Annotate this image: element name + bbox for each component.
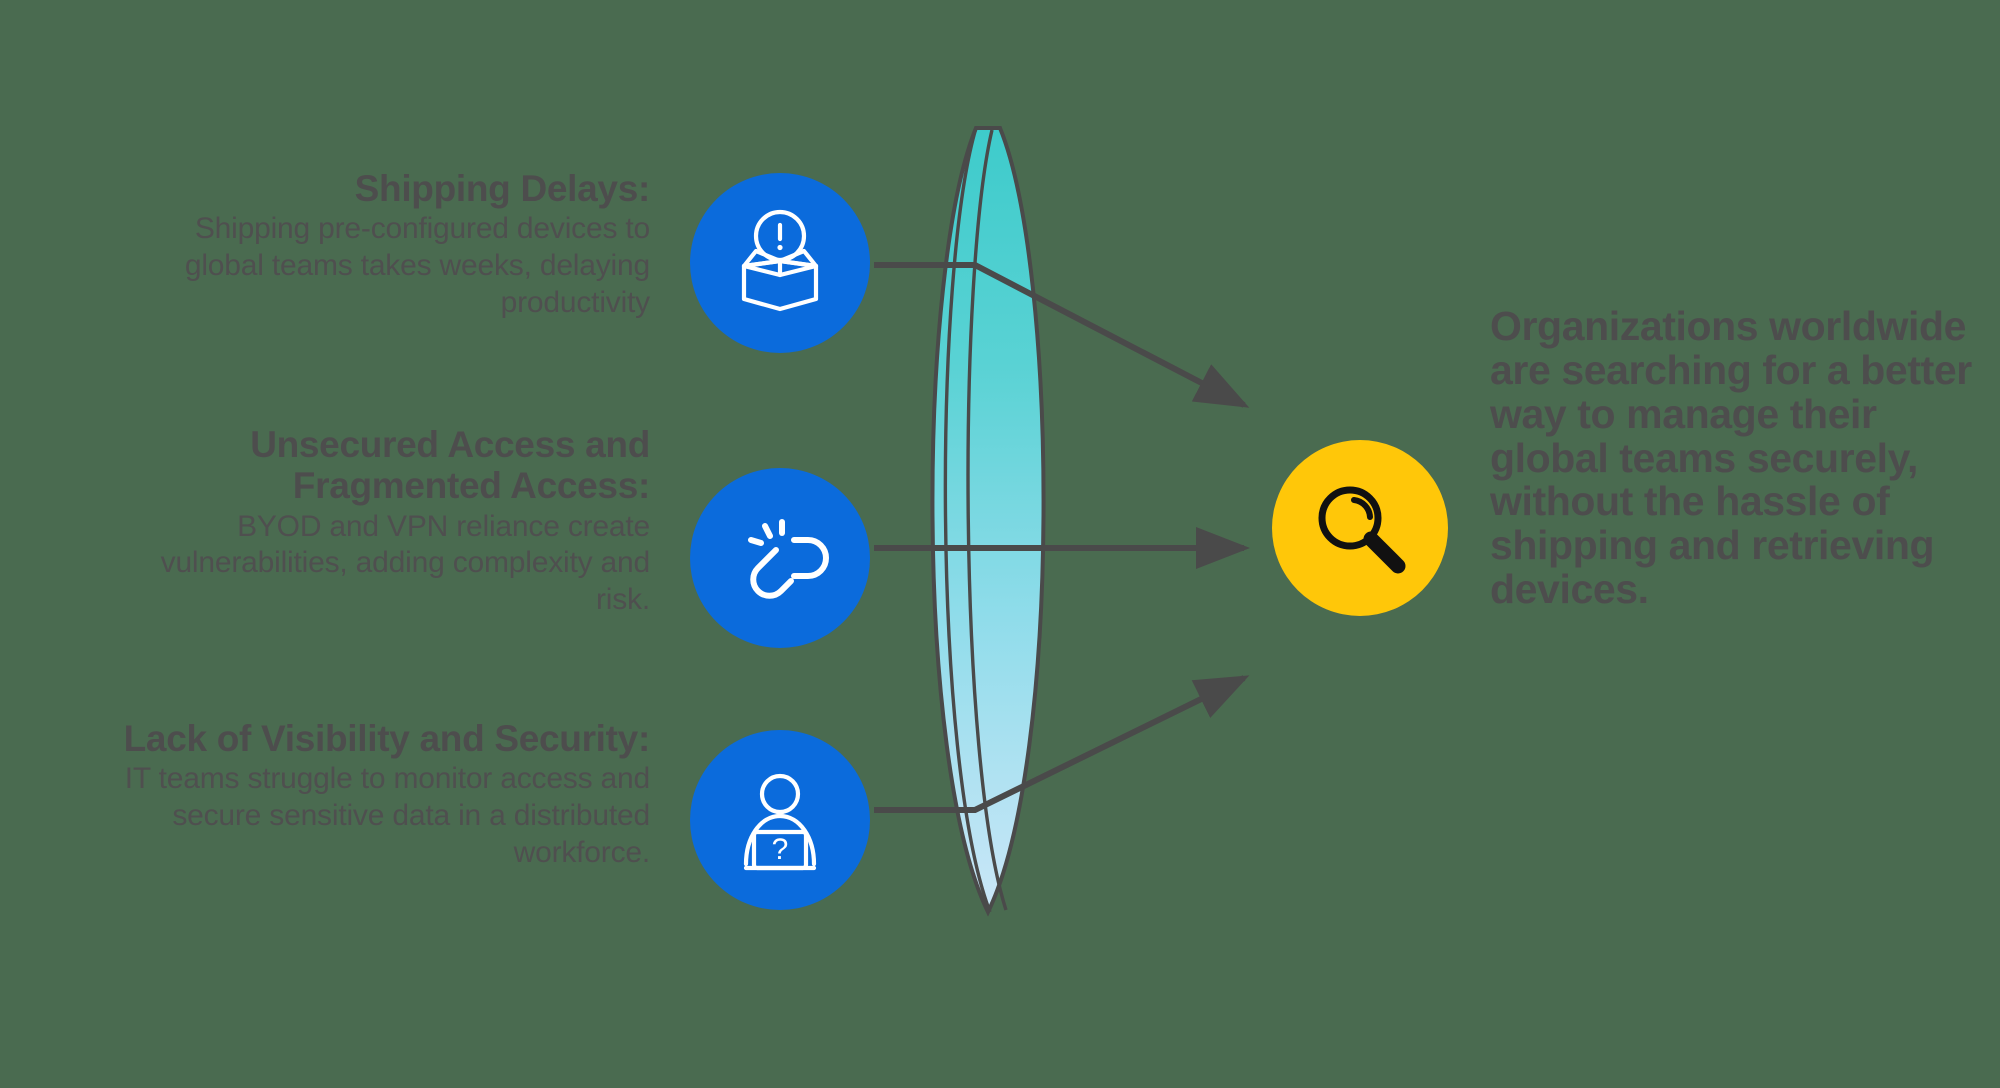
lens-shape [880, 120, 1140, 920]
person-laptop-question-glyph: ? [743, 773, 817, 871]
magnifier-glyph [1318, 486, 1406, 574]
problem-title: Lack of Visibility and Security: [123, 718, 651, 759]
magnifier-icon [1272, 440, 1448, 616]
outcome-headline: Organizations worldwide are searching fo… [1490, 303, 1972, 613]
problem-title: Shipping Delays: [354, 168, 651, 209]
broken-link-glyph [748, 519, 829, 599]
box-alert-icon [690, 173, 870, 353]
problem-body: Shipping pre-configured devices to globa… [184, 212, 650, 319]
broken-link-icon [690, 468, 870, 648]
person-laptop-question-icon: ? [690, 730, 870, 910]
box-alert-glyph [741, 209, 819, 312]
problem-block-shipping-delays: Shipping Delays: Shipping pre-configured… [110, 168, 650, 321]
svg-text:?: ? [772, 833, 789, 866]
problem-body: BYOD and VPN reliance create vulnerabili… [160, 509, 651, 617]
problem-title: Unsecured Access and Fragmented Access: [250, 424, 650, 507]
lens-glyph [930, 126, 1046, 917]
problem-block-lack-of-visibility: Lack of Visibility and Security: IT team… [110, 718, 651, 871]
problem-body: IT teams struggle to monitor access and … [124, 762, 650, 869]
problem-block-unsecured-access: Unsecured Access and Fragmented Access: … [110, 424, 651, 619]
diagram-canvas: Shipping Delays: Shipping pre-configured… [0, 0, 2000, 1088]
